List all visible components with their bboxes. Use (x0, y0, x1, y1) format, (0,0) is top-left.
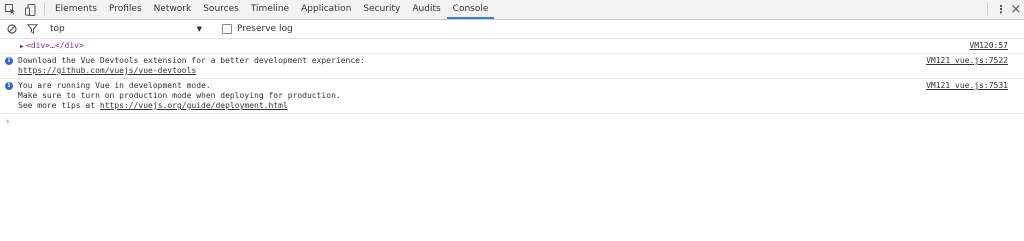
tab-profiles[interactable]: Profiles (103, 0, 148, 19)
tab-audits[interactable]: Audits (406, 0, 446, 19)
info-icon: i (5, 82, 13, 90)
message-text: You are running Vue in development mode. (18, 81, 211, 90)
tab-timeline[interactable]: Timeline (245, 0, 295, 19)
filter-icon[interactable] (24, 20, 40, 38)
message-source-link[interactable]: VM121 vue.js:7522 (926, 56, 1008, 66)
console-filter-bar: top ▼ Preserve log (0, 20, 1024, 39)
console-message: i You are running Vue in development mod… (0, 79, 1024, 114)
execution-context-select[interactable]: top ▼ (50, 20, 202, 38)
console-prompt[interactable]: › (0, 114, 1024, 130)
tab-application[interactable]: Application (295, 0, 357, 19)
element-preview[interactable]: <div>…</div> (18, 41, 84, 50)
tab-console[interactable]: Console (446, 0, 495, 19)
tab-network[interactable]: Network (148, 0, 198, 19)
close-icon[interactable]: × (1008, 0, 1024, 19)
toolbar-divider (44, 3, 45, 16)
prompt-chevron-icon: › (5, 117, 11, 127)
device-toolbar-icon[interactable] (20, 0, 40, 19)
clear-console-icon[interactable] (4, 20, 20, 38)
console-output: ▶ <div>…</div> VM120:57 i Download the V… (0, 39, 1024, 130)
message-text: Download the Vue Devtools extension for … (18, 56, 365, 65)
tab-security[interactable]: Security (357, 0, 406, 19)
message-source-link[interactable]: VM120:57 (969, 41, 1008, 51)
context-value: top (50, 24, 65, 34)
toolbar-divider (987, 3, 988, 16)
devtools-tab-bar: Elements Profiles Network Sources Timeli… (0, 0, 1024, 20)
message-link[interactable]: https://vuejs.org/guide/deployment.html (100, 101, 288, 110)
message-link[interactable]: https://github.com/vuejs/vue-devtools (18, 66, 196, 75)
info-icon: i (5, 57, 13, 65)
tab-sources[interactable]: Sources (197, 0, 245, 19)
console-message: ▶ <div>…</div> VM120:57 (0, 39, 1024, 54)
tab-elements[interactable]: Elements (49, 0, 103, 19)
preserve-log-label: Preserve log (237, 24, 293, 34)
expand-triangle-icon[interactable]: ▶ (20, 42, 24, 52)
console-message: i Download the Vue Devtools extension fo… (0, 54, 1024, 79)
inspect-element-icon[interactable] (0, 0, 20, 19)
message-source-link[interactable]: VM121 vue.js:7531 (926, 81, 1008, 91)
tab-bar-right-controls: ⋮ × (981, 0, 1024, 19)
message-text: See more tips at (18, 101, 100, 110)
devtools-panel: Elements Profiles Network Sources Timeli… (0, 0, 1024, 241)
chevron-down-icon: ▼ (196, 25, 202, 33)
preserve-log-checkbox[interactable] (222, 24, 232, 34)
more-options-icon[interactable]: ⋮ (994, 0, 1008, 19)
message-text: Make sure to turn on production mode whe… (18, 91, 341, 100)
preserve-log-toggle[interactable]: Preserve log (222, 24, 293, 34)
